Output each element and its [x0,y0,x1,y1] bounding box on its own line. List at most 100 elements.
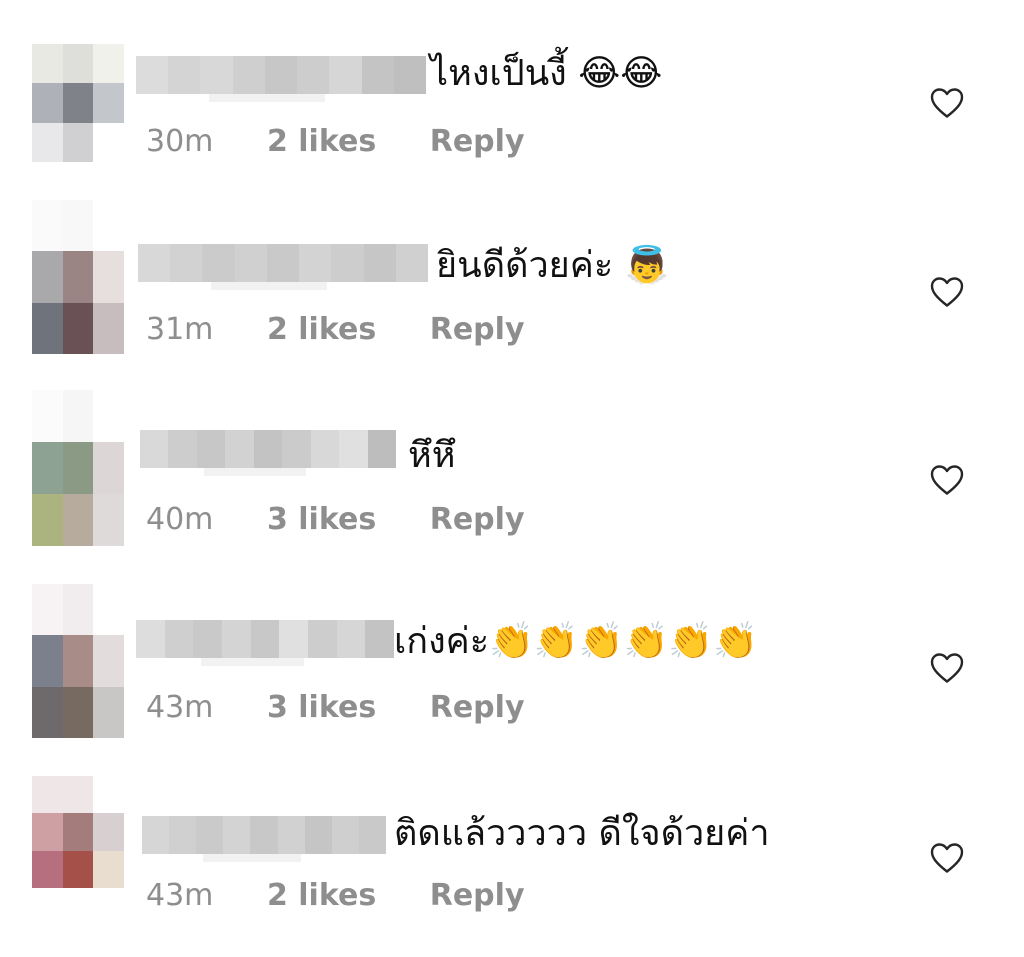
avatar-pixel [93,584,124,636]
username-blur-segment [136,620,165,658]
username-blur-segment [142,816,170,854]
comment-meta: 43m 3 likes Reply [146,690,525,726]
avatar-pixel [62,83,94,123]
heart-outline-icon[interactable] [930,276,964,308]
avatar-pixel [62,251,94,303]
comment-likes[interactable]: 3 likes [267,502,376,538]
username-blur-segment [363,244,396,282]
avatar-pixel [62,494,94,546]
avatar-pixel [62,122,94,162]
comment-item: เก่งค่ะ👏👏👏👏👏👏 43m 3 likes Reply [0,584,1024,754]
username-blur-segment [339,430,368,468]
comment-item: ติดแล้ววววว ดีใจด้วยค่า 43m 2 likes Repl… [0,776,1024,946]
username-blur-shadow [200,658,304,666]
avatar-pixel [32,813,63,851]
username-blur-shadow [204,468,307,476]
avatar-pixel [32,850,63,888]
heart-outline-icon[interactable] [930,87,964,119]
username-blurred[interactable] [140,430,396,476]
avatar-pixel [32,390,63,442]
username-blur-segment [250,816,278,854]
username-blur-segment [200,56,233,94]
avatar-pixel [62,302,94,354]
username-blur-segment [140,430,169,468]
username-blur-segment [234,244,267,282]
username-blur-segment [279,620,308,658]
reply-button[interactable]: Reply [430,502,525,538]
avatar-pixel [93,776,124,814]
reply-button[interactable]: Reply [430,690,525,726]
username-blur-segment [170,244,203,282]
username-blur-shadow [203,854,301,862]
comment-text: หึหึ [408,435,456,476]
username-blur-segment [282,430,311,468]
comment-text: ติดแล้ววววว ดีใจด้วยค่า [394,813,770,854]
heart-outline-icon[interactable] [930,652,964,684]
username-blur-shadow [208,94,325,102]
username-blur-segment [393,56,426,94]
username-blur-segment [196,430,226,468]
reply-button[interactable]: Reply [430,124,525,160]
avatar-pixel [93,686,124,738]
username-blur-segment [297,56,330,94]
avatar-pixel [93,813,124,851]
avatar-pixel [62,850,94,888]
avatar[interactable] [32,200,124,354]
avatar[interactable] [32,776,124,888]
username-blur-segment [395,244,428,282]
username-blur-segment [168,56,201,94]
reply-button[interactable]: Reply [430,878,525,914]
username-blur-segment [277,816,305,854]
username-blurred[interactable] [136,620,394,666]
username-blur-segment [310,430,340,468]
avatar-pixel [62,390,94,442]
username-blur-segment [202,244,235,282]
avatar-pixel [32,776,63,814]
avatar-pixel [62,584,94,636]
comment-likes[interactable]: 2 likes [267,124,376,160]
avatar-pixel [62,200,94,252]
avatar-pixel [62,442,94,494]
username-blurred[interactable] [138,244,428,290]
comment-likes[interactable]: 3 likes [267,690,376,726]
username-blurred[interactable] [136,56,426,102]
username-blur-segment [329,56,362,94]
comment-meta: 40m 3 likes Reply [146,502,525,538]
avatar-pixel [32,44,63,84]
username-blurred[interactable] [142,816,386,862]
avatar-pixel [93,442,124,494]
avatar-pixel [93,635,124,687]
username-blur-segment [164,620,194,658]
reply-button[interactable]: Reply [430,312,525,348]
avatar-pixel [62,635,94,687]
avatar-pixel [32,584,63,636]
avatar-pixel [93,83,124,123]
comment-time: 30m [146,124,214,159]
comment-meta: 43m 2 likes Reply [146,878,525,914]
comment-text: เก่งค่ะ👏👏👏👏👏👏 [394,621,759,662]
comment-time: 31m [146,312,214,347]
avatar-pixel [32,686,63,738]
heart-outline-icon[interactable] [930,464,964,496]
comment-likes[interactable]: 2 likes [267,878,376,914]
heart-outline-icon[interactable] [930,842,964,874]
username-blur-segment [196,816,224,854]
avatar-pixel [93,494,124,546]
username-blur-segment [264,56,298,94]
avatar[interactable] [32,44,124,162]
username-blur-segment [136,56,169,94]
username-blur-segment [358,816,386,854]
comment-time: 43m [146,690,214,725]
comment-likes[interactable]: 2 likes [267,312,376,348]
username-blur-segment [299,244,332,282]
avatar-pixel [93,390,124,442]
comment-time: 43m [146,878,214,913]
avatar[interactable] [32,584,124,738]
comment-meta: 30m 2 likes Reply [146,124,525,160]
username-blur-shadow [210,282,327,290]
username-blur-segment [331,244,364,282]
avatar-pixel [32,251,63,303]
username-blur-segment [307,620,337,658]
comment-item: ยินดีด้วยค่ะ 👼 31m 2 likes Reply [0,200,1024,370]
avatar[interactable] [32,390,124,546]
